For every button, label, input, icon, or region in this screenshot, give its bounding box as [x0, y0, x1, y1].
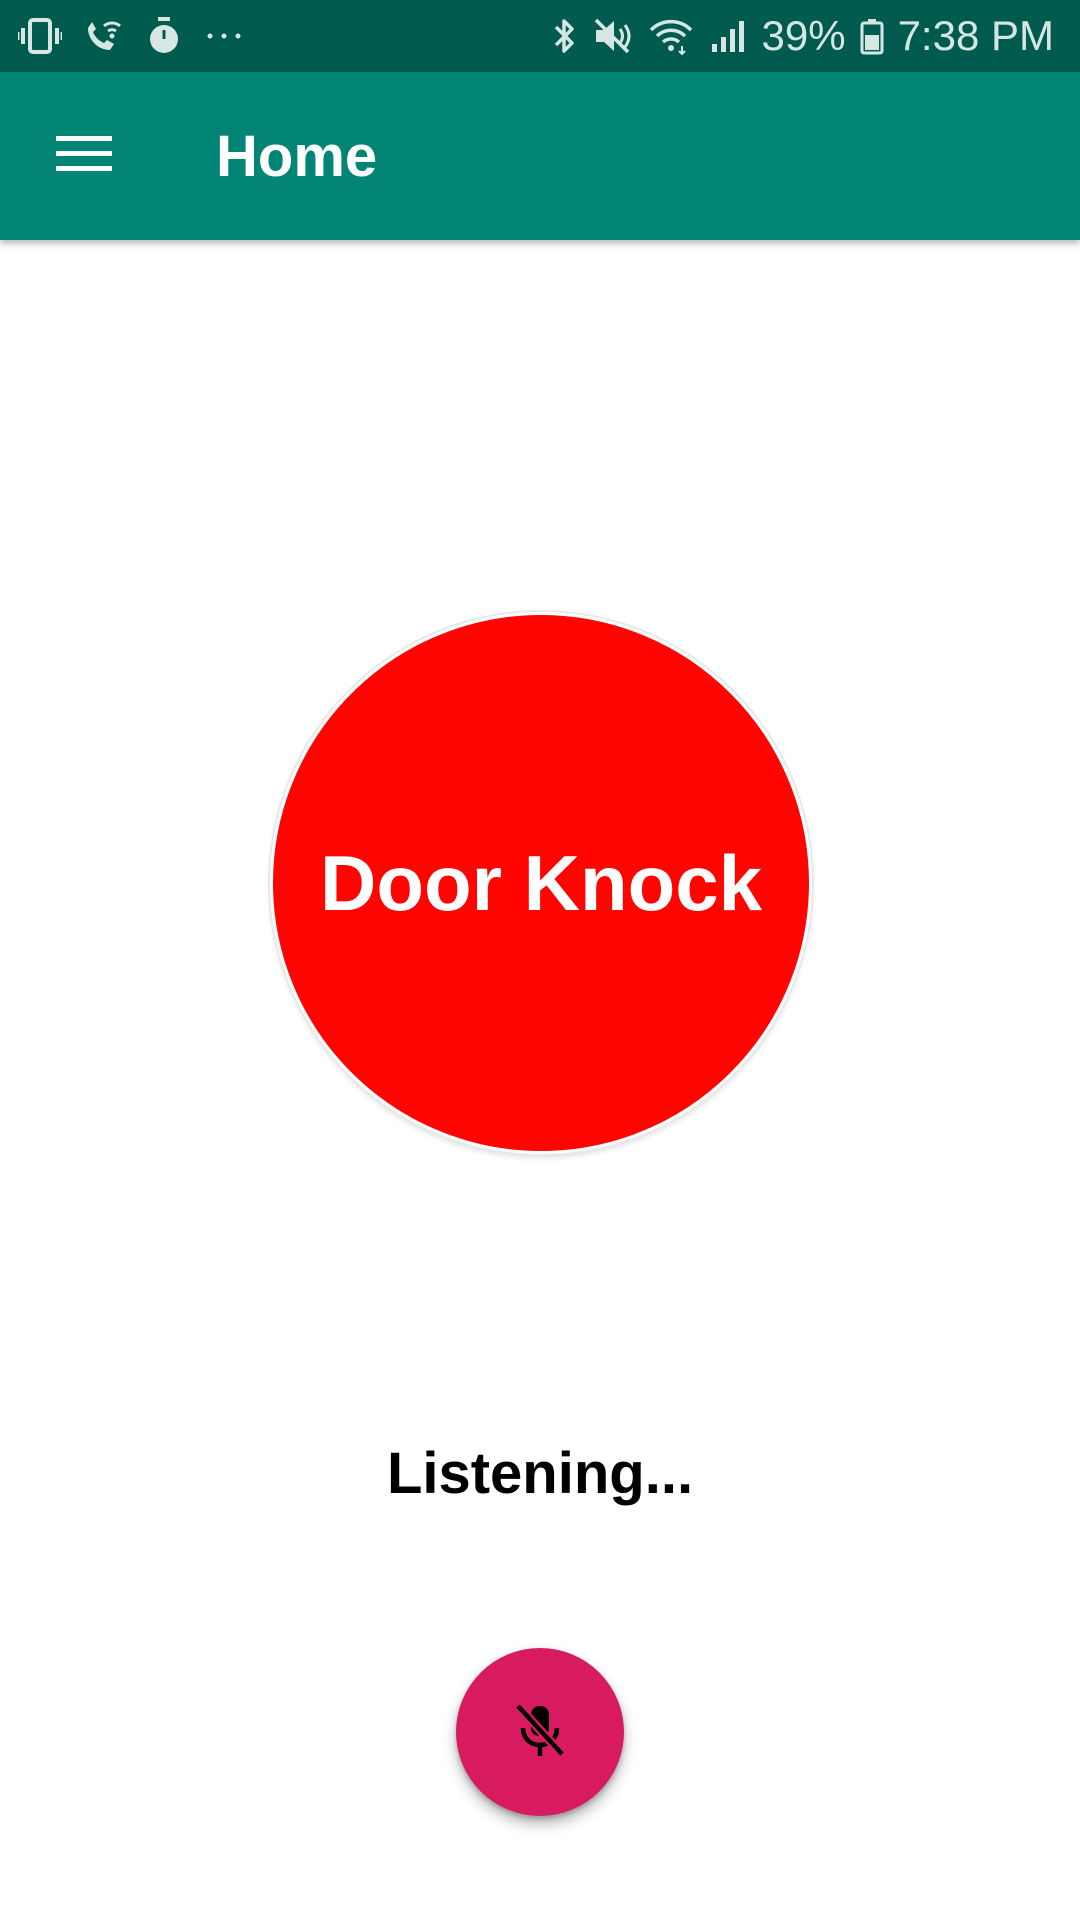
wifi-icon: [648, 16, 694, 56]
mic-off-icon: [510, 1698, 570, 1767]
page-title: Home: [216, 123, 378, 189]
battery-icon: [860, 16, 884, 56]
stopwatch-icon: [146, 16, 182, 56]
mic-toggle-button[interactable]: [456, 1648, 624, 1816]
status-right-group: 39% 7:38 PM: [550, 0, 1054, 72]
bluetooth-icon: [550, 16, 578, 56]
clock: 7:38 PM: [897, 12, 1054, 59]
status-bar: 39% 7:38 PM: [0, 0, 1080, 72]
mute-icon: [592, 16, 634, 56]
menu-button[interactable]: [38, 112, 130, 200]
listening-status-text: Listening...: [386, 1441, 694, 1506]
battery-percent: 39%: [761, 12, 846, 59]
signal-icon: [708, 16, 748, 56]
door-knock-button[interactable]: Door Knock: [270, 612, 812, 1154]
status-left-group: [18, 0, 246, 72]
hamburger-menu-icon: [54, 132, 114, 181]
more-notifications-icon: [202, 16, 246, 56]
vibrate-icon: [18, 16, 62, 56]
door-knock-label: Door Knock: [319, 838, 763, 927]
app-bar: Home: [0, 72, 1080, 240]
wifi-calling-icon: [82, 16, 126, 56]
